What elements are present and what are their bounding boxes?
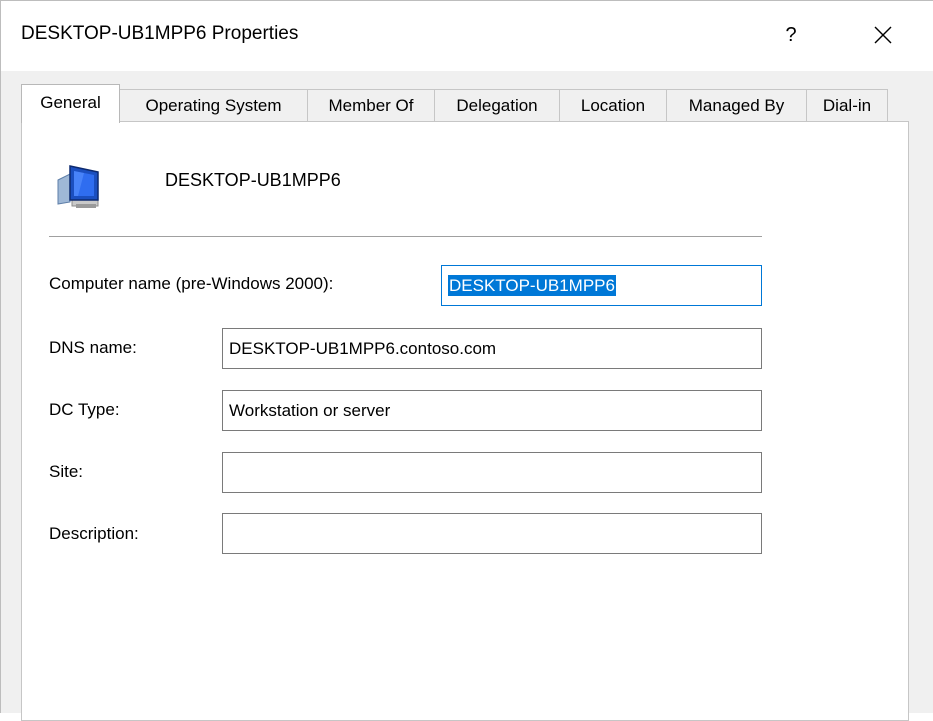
dc-type-label: DC Type:: [49, 400, 120, 419]
tab-member-of[interactable]: Member Of: [307, 89, 435, 122]
dns-name-label: DNS name:: [49, 338, 137, 357]
general-tab-panel: DESKTOP-UB1MPP6 Computer name (pre-Windo…: [21, 121, 909, 721]
tab-delegation[interactable]: Delegation: [434, 89, 560, 122]
computer-icon: [52, 160, 112, 212]
properties-dialog: DESKTOP-UB1MPP6 Properties ? General Ope…: [0, 0, 933, 721]
site-label: Site:: [49, 462, 84, 481]
header-divider: [49, 236, 762, 237]
tab-location[interactable]: Location: [559, 89, 667, 122]
dns-name-input[interactable]: DESKTOP-UB1MPP6.contoso.com: [222, 328, 762, 369]
close-button[interactable]: [859, 15, 905, 55]
pre-windows-name-label: Computer name (pre-Windows 2000):: [49, 274, 334, 293]
tab-general[interactable]: General: [21, 84, 120, 123]
site-input[interactable]: [222, 452, 762, 493]
description-label: Description:: [49, 524, 139, 543]
computer-display-name: DESKTOP-UB1MPP6: [165, 170, 341, 190]
pre-windows-name-value: DESKTOP-UB1MPP6: [448, 275, 616, 296]
tab-managed-by[interactable]: Managed By: [666, 89, 807, 122]
pre-windows-name-input[interactable]: DESKTOP-UB1MPP6: [441, 265, 762, 306]
tab-dial-in[interactable]: Dial-in: [806, 89, 888, 122]
tab-operating-system[interactable]: Operating System: [119, 89, 308, 122]
title-bar: DESKTOP-UB1MPP6 Properties ?: [1, 1, 933, 71]
description-input[interactable]: [222, 513, 762, 554]
close-icon: [874, 26, 892, 44]
dc-type-input[interactable]: Workstation or server: [222, 390, 762, 431]
window-title: DESKTOP-UB1MPP6 Properties: [21, 23, 299, 44]
help-button[interactable]: ?: [771, 15, 811, 55]
